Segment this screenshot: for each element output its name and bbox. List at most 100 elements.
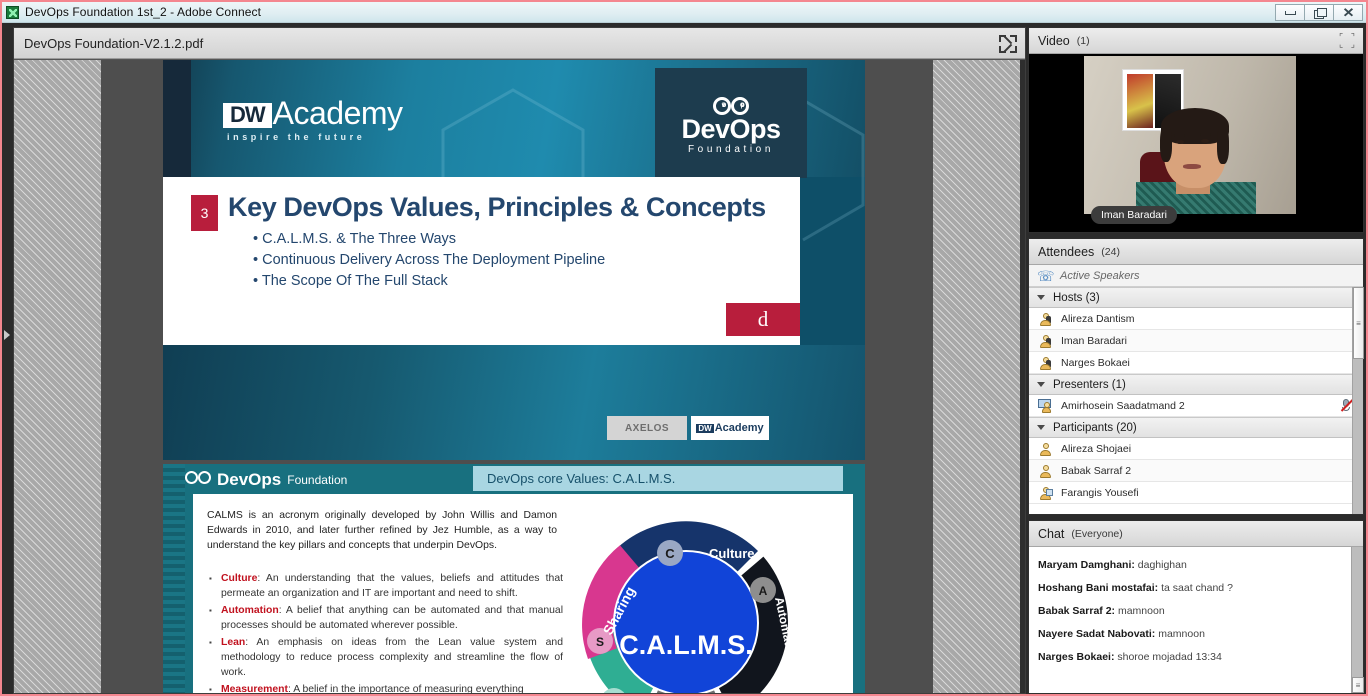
attendees-scrollbar[interactable]: ≡ — [1352, 287, 1364, 514]
participant-icon — [1038, 442, 1053, 456]
chat-message: Babak Sarraf 2: mamnoon — [1038, 605, 1351, 618]
dw-academy-logo: DW Academy — [223, 97, 403, 129]
slide2-bullet-measurement: Measurement: A belief in the importance … — [207, 683, 563, 693]
share-pod-body[interactable]: DW Academy inspire the future DevOps Dev… — [14, 60, 1025, 693]
calms-center-label: C.A.L.M.S. — [619, 630, 753, 660]
chat-message: Hoshang Bani mostafai: ta saat chand ? — [1038, 582, 1351, 595]
slide1-bullet: The Scope Of The Full Stack — [253, 271, 605, 292]
slide1-bottom-band — [163, 345, 865, 460]
chat-author: Hoshang Bani mostafai: — [1038, 582, 1159, 594]
attendee-name: Amirhosein Saadatmand 2 — [1061, 399, 1185, 412]
close-button[interactable]: ✕ — [1333, 4, 1363, 21]
slide2-devops-logo: DevOps Foundation — [185, 470, 347, 490]
attendee-name: Narges Bokaei — [1061, 356, 1130, 369]
attendee-name: Farangis Yousefi — [1061, 486, 1139, 499]
document-background-left — [14, 60, 101, 693]
devops-wordmark: DevOps — [681, 114, 781, 145]
svg-text:S: S — [596, 635, 604, 649]
chat-text: ta saat chand ? — [1158, 582, 1233, 594]
chat-text: mamnoon — [1155, 628, 1205, 640]
host-icon — [1038, 334, 1053, 348]
minimize-button[interactable] — [1275, 4, 1305, 21]
attendee-row[interactable]: Alireza Shojaei — [1029, 438, 1363, 460]
right-pod-column: Video (1) ⌜ ⌝ ⌞ ⌟ Iman Baradari Attendee… — [1028, 27, 1364, 694]
slide2-bullet-culture: Culture: An understanding that the value… — [207, 572, 563, 601]
host-icon — [1038, 356, 1053, 370]
attendee-name: Alireza Shojaei — [1061, 442, 1132, 455]
restore-button[interactable] — [1304, 4, 1334, 21]
chat-pod-title: Chat — [1038, 526, 1065, 541]
presenter-icon — [1038, 398, 1053, 413]
slide2-bullet-lean: Lean: An emphasis on ideas from the Lean… — [207, 636, 563, 680]
video-pod-body[interactable]: Iman Baradari — [1029, 54, 1363, 232]
attendee-row[interactable]: Amirhosein Saadatmand 2 — [1029, 395, 1363, 417]
slide1-footer-logos: AXELOS DW Academy — [607, 416, 769, 440]
attendees-pod-header: Attendees (24) — [1029, 239, 1363, 265]
attendee-row[interactable]: Alireza Dantism — [1029, 308, 1363, 330]
attendee-row[interactable]: Iman Baradari — [1029, 330, 1363, 352]
group-label: Participants (20) — [1053, 421, 1137, 434]
group-header-participants[interactable]: Participants (20) — [1029, 417, 1363, 438]
slide-page-2: DevOps Foundation DevOps core Values: C.… — [163, 464, 865, 693]
chat-pod-body[interactable]: Maryam Damghani: daghighan Hoshang Bani … — [1029, 547, 1364, 693]
chevron-down-icon — [1037, 382, 1045, 387]
chevron-down-icon — [1037, 425, 1045, 430]
chat-scroll-thumb[interactable]: ≡ — [1352, 677, 1364, 693]
attendees-pod: Attendees (24) ☏ Active Speakers Hosts (… — [1028, 238, 1364, 515]
chevron-down-icon — [1037, 295, 1045, 300]
axelos-logo: AXELOS — [607, 416, 687, 440]
window-content: DevOps Foundation-V2.1.2.pdf DW Academy … — [2, 23, 1366, 694]
svg-text:C: C — [665, 546, 675, 561]
group-header-presenters[interactable]: Presenters (1) — [1029, 374, 1363, 395]
attendees-pod-body: ☏ Active Speakers Hosts (3) Alireza Dant… — [1029, 265, 1364, 514]
group-header-hosts[interactable]: Hosts (3) — [1029, 287, 1363, 308]
chat-scrollbar[interactable]: ≡ — [1351, 547, 1364, 693]
video-stream — [1084, 56, 1296, 214]
attendee-row[interactable]: Narges Bokaei — [1029, 352, 1363, 374]
video-participant-name: Iman Baradari — [1091, 206, 1177, 224]
share-pod-header: DevOps Foundation-V2.1.2.pdf — [14, 28, 1025, 59]
fullscreen-icon[interactable] — [999, 35, 1017, 53]
phone-icon: ☏ — [1037, 267, 1055, 284]
chat-message: Nayere Sadat Nabovati: mamnoon — [1038, 628, 1351, 641]
calms-donut-diagram: C Culture A Automation S Sharing M — [571, 508, 801, 693]
dw-academy-footer-logo: DW Academy — [691, 416, 769, 440]
chat-text: shoroe mojadad 13:34 — [1114, 651, 1222, 663]
foundation-wordmark: Foundation — [287, 473, 348, 487]
app-icon — [6, 5, 19, 19]
expand-sidebar-arrow-icon[interactable] — [4, 330, 10, 340]
participant-icon — [1038, 464, 1053, 478]
share-pod: DevOps Foundation-V2.1.2.pdf DW Academy … — [13, 27, 1026, 694]
video-pod-header: Video (1) ⌜ ⌝ ⌞ ⌟ — [1029, 28, 1363, 54]
video-fullscreen-icon[interactable]: ⌜ ⌝ ⌞ ⌟ — [1339, 33, 1355, 49]
chat-author: Maryam Damghani: — [1038, 559, 1135, 571]
group-label: Hosts (3) — [1053, 291, 1100, 304]
infinity-icon: DevOps — [713, 91, 749, 116]
slide-page-1: DW Academy inspire the future DevOps Dev… — [163, 60, 865, 460]
chat-pod-header: Chat (Everyone) — [1029, 521, 1363, 547]
devops-wordmark: DevOps — [217, 470, 282, 489]
attendee-row[interactable]: Babak Sarraf 2 — [1029, 460, 1363, 482]
window-title: DevOps Foundation 1st_2 - Adobe Connect — [25, 5, 262, 19]
attendees-scroll-thumb[interactable]: ≡ — [1353, 287, 1364, 359]
chat-author: Nayere Sadat Nabovati: — [1038, 628, 1156, 640]
slide2-bullet-list: Culture: An understanding that the value… — [207, 572, 563, 693]
document-background-right — [933, 60, 1020, 693]
slide1-dark-left — [163, 60, 191, 177]
slide1-title-card: 3 Key DevOps Values, Principles & Concep… — [163, 177, 800, 345]
slide2-ribbon-title: DevOps core Values: C.A.L.M.S. — [473, 466, 843, 491]
slide1-bullet: Continuous Delivery Across The Deploymen… — [253, 250, 605, 271]
chat-author: Babak Sarraf 2: — [1038, 605, 1116, 617]
svg-text:Culture: Culture — [709, 546, 755, 561]
attendee-name: Babak Sarraf 2 — [1061, 464, 1132, 477]
share-pod-scrollbar[interactable] — [1020, 60, 1025, 693]
attendee-row[interactable]: Farangis Yousefi — [1029, 482, 1363, 504]
host-icon — [1038, 312, 1053, 326]
slide2-content-card: CALMS is an acronym originally developed… — [193, 494, 853, 693]
group-label: Presenters (1) — [1053, 378, 1126, 391]
slide1-heading: Key DevOps Values, Principles & Concepts — [228, 192, 766, 222]
left-gutter — [2, 23, 13, 694]
active-speakers-row[interactable]: ☏ Active Speakers — [1029, 265, 1363, 287]
slide2-paragraph: CALMS is an acronym originally developed… — [207, 510, 557, 551]
attendee-name: Iman Baradari — [1061, 334, 1127, 347]
